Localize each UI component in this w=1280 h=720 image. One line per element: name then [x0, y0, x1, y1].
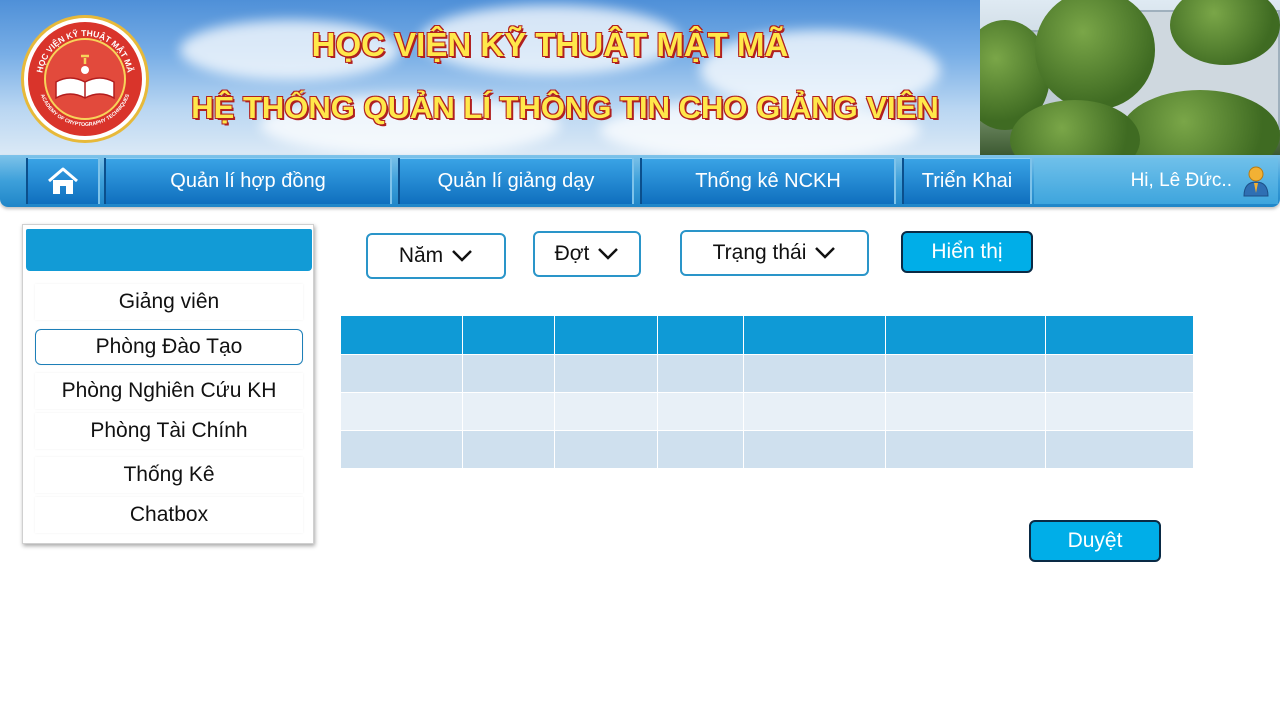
open-book-icon	[55, 54, 115, 100]
table-header-cell	[657, 315, 744, 355]
sidebar-item-statistics[interactable]: Thống Kê	[35, 457, 303, 493]
sidebar-item-research-office[interactable]: Phòng Nghiên Cứu KH	[35, 373, 303, 409]
page-title: HỌC VIỆN KỸ THUẬT MẬT MÃ	[311, 26, 789, 63]
table-cell	[1045, 430, 1194, 469]
sidebar: Giảng viên Phòng Đào Tạo Phòng Nghiên Cứ…	[22, 224, 314, 544]
sidebar-item-finance-office[interactable]: Phòng Tài Chính	[35, 413, 303, 449]
table-cell	[1045, 392, 1194, 431]
table-header-cell	[1045, 315, 1194, 355]
page-subtitle: HỆ THỐNG QUẢN LÍ THÔNG TIN CHO GIẢNG VIÊ…	[191, 90, 939, 125]
table-cell	[340, 430, 463, 469]
nav-teaching-management[interactable]: Quản lí giảng dạy	[398, 158, 634, 204]
table-cell	[885, 392, 1046, 431]
user-menu[interactable]: Hi, Lê Đức..	[1034, 158, 1278, 204]
status-select-label: Trạng thái	[712, 241, 807, 264]
sidebar-item-training-office[interactable]: Phòng Đào Tạo	[35, 329, 303, 365]
term-select-label: Đợt	[554, 242, 590, 265]
nav-deployment[interactable]: Triển Khai	[902, 158, 1032, 204]
table-cell	[743, 392, 886, 431]
table-header-cell	[554, 315, 658, 355]
header-banner: HỌC VIỆN KỸ THUẬT MẬT MÃ ACADEMY OF CRYP…	[0, 0, 980, 155]
table-cell	[885, 354, 1046, 393]
table-cell	[554, 354, 658, 393]
year-select[interactable]: Năm	[366, 233, 506, 279]
table-header-cell	[340, 315, 463, 355]
chevron-down-icon	[815, 247, 836, 259]
table-row[interactable]	[340, 392, 1194, 431]
user-avatar-icon	[1243, 166, 1269, 197]
table-cell	[462, 430, 555, 469]
term-select[interactable]: Đợt	[533, 231, 641, 277]
chevron-down-icon	[452, 250, 473, 262]
user-greeting: Hi, Lê Đức..	[1130, 170, 1232, 191]
table-row[interactable]	[340, 354, 1194, 393]
table-cell	[657, 430, 744, 469]
table-header-row	[340, 315, 1194, 355]
table-cell	[743, 430, 886, 469]
sidebar-header	[26, 229, 312, 271]
sidebar-item-chatbox[interactable]: Chatbox	[35, 497, 303, 533]
page: HỌC VIỆN KỸ THUẬT MẬT MÃ ACADEMY OF CRYP…	[0, 0, 1280, 720]
nav-contract-management[interactable]: Quản lí hợp đồng	[104, 158, 392, 204]
table-header-cell	[743, 315, 886, 355]
table-cell	[743, 354, 886, 393]
table-cell	[885, 430, 1046, 469]
table-cell	[340, 392, 463, 431]
home-button[interactable]	[26, 158, 100, 204]
campus-photo	[980, 0, 1280, 155]
academy-logo[interactable]: HỌC VIỆN KỸ THUẬT MẬT MÃ ACADEMY OF CRYP…	[24, 18, 146, 140]
table-header-cell	[462, 315, 555, 355]
data-table	[340, 315, 1194, 469]
nav-research-statistics[interactable]: Thống kê NCKH	[640, 158, 896, 204]
chevron-down-icon	[598, 248, 619, 260]
approve-button[interactable]: Duyệt	[1029, 520, 1161, 562]
table-row[interactable]	[340, 430, 1194, 469]
year-select-label: Năm	[398, 244, 444, 267]
table-cell	[340, 354, 463, 393]
table-cell	[1045, 354, 1194, 393]
sidebar-item-lecturer[interactable]: Giảng viên	[35, 284, 303, 320]
home-icon	[48, 167, 78, 194]
table-cell	[657, 392, 744, 431]
status-select[interactable]: Trạng thái	[680, 230, 869, 276]
table-header-cell	[885, 315, 1046, 355]
table-cell	[554, 392, 658, 431]
table-cell	[462, 354, 555, 393]
table-cell	[462, 392, 555, 431]
table-cell	[657, 354, 744, 393]
table-cell	[554, 430, 658, 469]
show-button[interactable]: Hiển thị	[901, 231, 1033, 273]
